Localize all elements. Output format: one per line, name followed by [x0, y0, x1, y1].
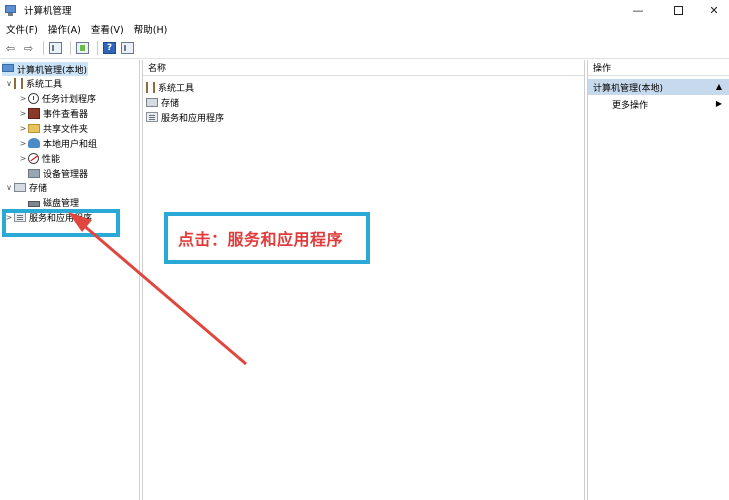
annotation-callout-box: 点击：服务和应用程序 [164, 212, 370, 264]
tree-item-label: 共享文件夹 [43, 124, 89, 135]
list-item-label: 系统工具 [158, 83, 195, 94]
tree-item-label: 系统工具 [26, 79, 63, 90]
chevron-down-icon[interactable]: ∨ [4, 79, 14, 88]
tree-item-device-manager[interactable]: 设备管理器 [18, 166, 88, 180]
show-action-pane-button[interactable] [120, 41, 135, 56]
tree-item-event-viewer[interactable]: > 事件查看器 [18, 106, 88, 120]
menu-action[interactable]: 操作(A) [48, 22, 81, 36]
export-icon [76, 42, 89, 54]
actions-section-label: 计算机管理(本地) [593, 83, 664, 94]
console-tree-icon [49, 42, 62, 54]
computer-icon [2, 64, 14, 72]
device-manager-icon [28, 168, 40, 178]
toolbar-separator [97, 41, 98, 55]
actions-pane: 操作 计算机管理(本地) ▲ 更多操作 ▶ [587, 60, 729, 500]
submenu-arrow-icon: ▶ [715, 99, 722, 108]
tree-root[interactable]: 计算机管理(本地) [2, 62, 88, 76]
annotation-highlight-box [2, 209, 120, 237]
action-pane-icon [121, 42, 134, 54]
menu-help[interactable]: 帮助(H) [134, 22, 168, 36]
event-viewer-icon [28, 107, 40, 119]
minimize-button[interactable]: — [620, 0, 656, 20]
tools-icon [146, 81, 155, 93]
tree-item-label: 磁盘管理 [43, 198, 80, 209]
back-button[interactable]: ⇦ [3, 41, 18, 56]
help-button[interactable]: ? [102, 41, 117, 56]
users-icon [28, 138, 40, 148]
services-icon [146, 112, 158, 122]
tree-item-storage[interactable]: ∨ 存储 [4, 180, 47, 194]
show-hide-tree-button[interactable] [48, 41, 63, 56]
toolbar: ⇦ ⇨ ? [0, 38, 729, 59]
more-actions-label: 更多操作 [612, 101, 649, 111]
content-pane: 名称 系统工具 存储 服务和应用程序 [142, 60, 585, 500]
storage-icon [146, 97, 158, 107]
tools-icon [14, 77, 23, 89]
toolbar-separator [43, 41, 44, 55]
chevron-down-icon[interactable]: ∨ [4, 183, 14, 192]
tree-item-shared-folders[interactable]: > 共享文件夹 [18, 121, 88, 135]
tree-item-local-users[interactable]: > 本地用户和组 [18, 136, 97, 150]
toolbar-separator [70, 41, 71, 55]
annotation-callout-text: 点击：服务和应用程序 [178, 230, 344, 249]
tree-root-label: 计算机管理(本地) [17, 65, 88, 76]
more-actions-item[interactable]: 更多操作 ▶ [588, 97, 729, 112]
list-item-system-tools[interactable]: 系统工具 [146, 80, 194, 94]
disk-icon [28, 200, 40, 207]
tree-item-label: 任务计划程序 [42, 94, 97, 105]
tree-item-label: 设备管理器 [43, 169, 89, 180]
storage-icon [14, 182, 26, 192]
close-button[interactable]: ✕ [696, 0, 729, 20]
chevron-right-icon[interactable]: > [18, 154, 28, 163]
forward-button[interactable]: ⇨ [21, 41, 36, 56]
maximize-icon [673, 5, 683, 15]
chevron-right-icon[interactable]: > [18, 109, 28, 118]
menu-bar: 文件(F) 操作(A) 查看(V) 帮助(H) [0, 20, 729, 38]
list-item-services-applications[interactable]: 服务和应用程序 [146, 110, 224, 124]
console-tree: 计算机管理(本地) ∨ 系统工具 > 任务计划程序 > 事件查看器 > 共享文件… [0, 60, 140, 500]
list-item-storage[interactable]: 存储 [146, 95, 179, 109]
tree-item-task-scheduler[interactable]: > 任务计划程序 [18, 91, 96, 105]
tree-item-label: 事件查看器 [43, 109, 89, 120]
tree-item-label: 性能 [42, 154, 61, 165]
chevron-right-icon[interactable]: > [18, 94, 28, 103]
shared-folder-icon [28, 123, 40, 133]
title-bar: 计算机管理 — ✕ [0, 0, 729, 20]
chevron-right-icon[interactable]: > [18, 139, 28, 148]
maximize-button[interactable] [660, 0, 696, 20]
collapse-up-icon[interactable]: ▲ [716, 82, 722, 91]
column-header-name[interactable]: 名称 [143, 60, 584, 76]
list-item-label: 存储 [161, 98, 180, 109]
window-title: 计算机管理 [24, 6, 72, 17]
tree-item-performance[interactable]: > 性能 [18, 151, 60, 165]
tree-item-label: 本地用户和组 [43, 139, 98, 150]
export-list-button[interactable] [75, 41, 90, 56]
performance-icon [28, 152, 39, 164]
menu-file[interactable]: 文件(F) [6, 22, 38, 36]
tree-item-disk-management[interactable]: 磁盘管理 [18, 195, 79, 209]
menu-view[interactable]: 查看(V) [91, 22, 124, 36]
actions-section-computer-management[interactable]: 计算机管理(本地) ▲ [588, 79, 729, 95]
actions-header: 操作 [588, 60, 729, 76]
computer-management-icon [5, 4, 18, 17]
tree-item-system-tools[interactable]: ∨ 系统工具 [4, 76, 62, 90]
chevron-right-icon[interactable]: > [18, 124, 28, 133]
help-icon: ? [103, 42, 116, 54]
clock-icon [28, 92, 39, 104]
list-item-label: 服务和应用程序 [161, 113, 225, 124]
tree-item-label: 存储 [29, 183, 48, 194]
